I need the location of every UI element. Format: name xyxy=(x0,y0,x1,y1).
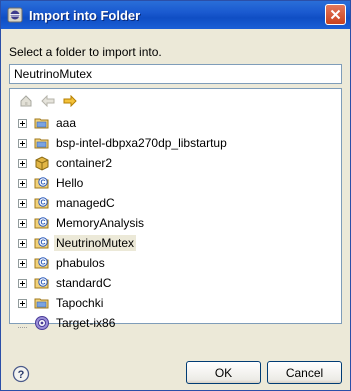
tree-item-container2[interactable]: container2 xyxy=(10,153,341,173)
svg-text:C: C xyxy=(40,180,45,187)
tree-connector xyxy=(18,319,27,328)
title-bar[interactable]: Import into Folder xyxy=(1,1,350,29)
expand-toggle[interactable] xyxy=(18,158,27,168)
tree-item-hello[interactable]: C Hello xyxy=(10,173,341,193)
ok-button[interactable]: OK xyxy=(186,361,261,384)
expand-toggle[interactable] xyxy=(18,298,27,308)
home-button[interactable] xyxy=(18,93,34,109)
tree-item-bsp-intel[interactable]: bsp-intel-dbpxa270dp_libstartup xyxy=(10,133,341,153)
tree-item-memoryanalysis[interactable]: C MemoryAnalysis xyxy=(10,213,341,233)
tree-item-target-ix86[interactable]: Target-ix86 xyxy=(10,313,341,333)
folder-tree: aaa bsp-intel-dbpxa270dp_libstartup cont… xyxy=(10,113,341,333)
tree-item-aaa[interactable]: aaa xyxy=(10,113,341,133)
svg-text:C: C xyxy=(40,280,45,287)
c-project-icon: C xyxy=(34,197,49,209)
plus-icon xyxy=(20,140,25,146)
tree-item-managedc[interactable]: C managedC xyxy=(10,193,341,213)
svg-text:C: C xyxy=(40,240,45,247)
expand-toggle[interactable] xyxy=(18,178,27,188)
close-icon xyxy=(330,9,341,20)
project-folder-icon xyxy=(34,298,49,309)
back-button[interactable] xyxy=(40,93,56,109)
c-project-icon: C xyxy=(34,277,49,289)
expand-toggle[interactable] xyxy=(18,198,27,208)
cancel-button[interactable]: Cancel xyxy=(267,361,342,384)
eclipse-icon xyxy=(7,7,23,23)
plus-icon xyxy=(20,220,25,226)
dialog-window: Import into Folder Select a folder to im… xyxy=(0,0,351,391)
plus-icon xyxy=(20,260,25,266)
plus-icon xyxy=(20,180,25,186)
plus-icon xyxy=(20,200,25,206)
plus-icon xyxy=(20,160,25,166)
forward-arrow-icon xyxy=(63,95,77,107)
window-title: Import into Folder xyxy=(29,7,141,23)
project-folder-icon xyxy=(34,138,49,149)
expand-toggle[interactable] xyxy=(18,258,27,268)
c-project-icon: C xyxy=(34,217,49,229)
tree-item-label: bsp-intel-dbpxa270dp_libstartup xyxy=(56,136,227,150)
svg-text:C: C xyxy=(40,200,45,207)
tree-item-label: standardC xyxy=(56,276,112,290)
tree-item-label: phabulos xyxy=(56,256,105,270)
forward-button[interactable] xyxy=(62,93,78,109)
tree-item-label: aaa xyxy=(56,116,77,130)
svg-text:C: C xyxy=(40,220,45,227)
expand-toggle[interactable] xyxy=(18,238,27,248)
tree-item-label: Hello xyxy=(56,176,84,190)
folder-tree-panel: aaa bsp-intel-dbpxa270dp_libstartup cont… xyxy=(9,88,342,330)
c-project-icon: C xyxy=(34,177,49,189)
container-icon xyxy=(35,156,49,171)
back-arrow-icon xyxy=(41,95,55,107)
help-icon[interactable]: ? xyxy=(12,365,30,383)
c-project-icon: C xyxy=(34,237,49,249)
target-icon xyxy=(35,316,49,330)
plus-icon xyxy=(20,120,25,126)
plus-icon xyxy=(20,300,25,306)
tree-item-label: NeutrinoMutex xyxy=(54,235,137,251)
svg-text:C: C xyxy=(40,260,45,267)
tree-toolbar xyxy=(10,89,341,113)
tree-item-label: Tapochki xyxy=(56,296,104,310)
tree-item-tapochki[interactable]: Tapochki xyxy=(10,293,341,313)
c-project-icon: C xyxy=(34,257,49,269)
expand-toggle[interactable] xyxy=(18,218,27,228)
home-icon xyxy=(20,95,32,107)
plus-icon xyxy=(20,240,25,246)
instruction-label: Select a folder to import into. xyxy=(9,45,162,59)
tree-item-standardc[interactable]: C standardC xyxy=(10,273,341,293)
tree-item-neutrinomutex[interactable]: C NeutrinoMutex xyxy=(10,233,341,253)
expand-toggle[interactable] xyxy=(18,278,27,288)
tree-item-label: MemoryAnalysis xyxy=(56,216,145,230)
folder-name-input[interactable] xyxy=(9,64,342,84)
expand-toggle[interactable] xyxy=(18,138,27,148)
plus-icon xyxy=(20,280,25,286)
tree-item-label: managedC xyxy=(56,196,115,210)
expand-toggle[interactable] xyxy=(18,118,27,128)
tree-item-phabulos[interactable]: C phabulos xyxy=(10,253,341,273)
svg-text:?: ? xyxy=(18,369,25,381)
close-button[interactable] xyxy=(325,4,346,25)
tree-item-label: container2 xyxy=(56,156,113,170)
project-folder-icon xyxy=(34,118,49,129)
tree-item-label: Target-ix86 xyxy=(56,316,116,330)
